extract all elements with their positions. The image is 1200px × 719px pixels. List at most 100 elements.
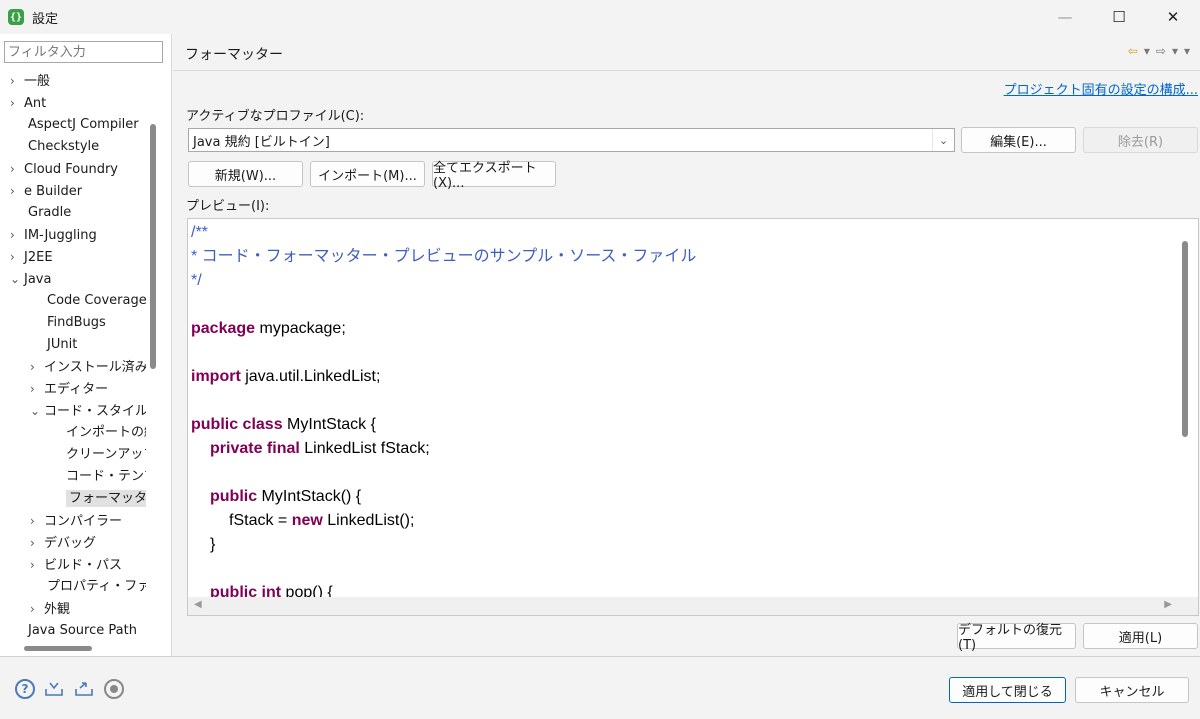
tree-item[interactable]: › Cloud Foundry (10, 158, 118, 180)
tree-item-label: Gradle (28, 205, 72, 220)
tree-item[interactable]: インポートの編 (52, 422, 146, 444)
code-keyword: public class (191, 416, 283, 433)
tree-item[interactable]: › デバッグ (30, 532, 96, 554)
apply-button[interactable]: 適用(L) (1083, 623, 1198, 649)
code-line: import java.util.LinkedList; (191, 365, 380, 389)
preview-label: プレビュー(I): (186, 199, 270, 214)
tree-item[interactable]: AspectJ Compiler (14, 114, 139, 136)
scroll-left-icon[interactable]: ◀ (194, 599, 202, 610)
tree-item[interactable]: プロパティ・ファイル (33, 576, 146, 598)
window-title: 設定 (32, 11, 59, 27)
tree-item[interactable]: › IM-Juggling (10, 224, 97, 246)
cancel-button[interactable]: キャンセル (1075, 677, 1189, 703)
tree-item-label: Java Source Path (28, 623, 137, 638)
chevron-right-icon[interactable]: › (30, 532, 44, 554)
tree-item[interactable]: › エディター (30, 378, 108, 400)
back-arrow-icon[interactable]: ⇦ (1128, 44, 1138, 58)
tree-item[interactable]: Code Coverage (33, 290, 146, 312)
tree-item[interactable]: Gradle (14, 202, 71, 224)
tree-item-label: プロパティ・ファイル (47, 579, 146, 594)
tree-item-label: Java (24, 272, 52, 287)
formatter-page: フォーマッター ⇦ ▾ ⇨ ▾ ▾ プロジェクト固有の設定の構成... アクティ… (173, 34, 1200, 656)
view-menu-icon[interactable]: ▾ (1184, 44, 1190, 58)
project-settings-link[interactable]: プロジェクト固有の設定の構成... (1004, 79, 1198, 98)
tree-item[interactable]: › 一般 (10, 70, 50, 92)
tree-item[interactable]: コード・テンプレ (52, 466, 146, 488)
code-text: MyIntStack() { (257, 488, 362, 505)
export-all-button[interactable]: 全てエクスポート(X)... (432, 161, 556, 191)
close-button[interactable]: ✕ (1146, 0, 1200, 34)
chevron-down-icon[interactable]: ⌄ (932, 129, 954, 151)
tree-item-label: エディター (44, 382, 109, 397)
tree-item-label: AspectJ Compiler (28, 117, 139, 132)
code-line: } (210, 533, 215, 557)
help-icon[interactable]: ? (15, 679, 35, 699)
tree-item[interactable]: ⌄ Java (10, 268, 51, 290)
tree-item[interactable]: FindBugs (33, 312, 106, 334)
preview-horizontal-scrollbar[interactable]: ◀ ▶ (188, 597, 1198, 615)
apply-and-close-button[interactable]: 適用して閉じる (949, 677, 1066, 703)
tree-item[interactable]: Checkstyle (14, 136, 99, 158)
tree-item[interactable]: クリーンアップ (52, 444, 146, 466)
filter-input[interactable] (4, 41, 163, 63)
tree-item[interactable]: › コンパイラー (30, 510, 122, 532)
chevron-right-icon[interactable]: › (10, 92, 24, 114)
tree-item-label: コード・テンプレ (66, 469, 146, 484)
tree-item[interactable]: › ビルド・パス (30, 554, 122, 576)
scroll-right-icon[interactable]: ▶ (1164, 599, 1172, 610)
tree-item-label: Cloud Foundry (24, 162, 119, 177)
tree-item[interactable]: › Ant (10, 92, 46, 114)
tree-item-label: クリーンアップ (66, 447, 146, 462)
chevron-right-icon[interactable]: › (10, 224, 24, 246)
tree-item-label: FindBugs (47, 315, 106, 330)
code-keyword: import (191, 368, 241, 385)
chevron-down-icon[interactable]: ⌄ (30, 400, 44, 422)
tree-item[interactable]: Java Source Path (14, 620, 137, 640)
back-dropdown-icon[interactable]: ▾ (1144, 44, 1150, 58)
chevron-down-icon[interactable]: ⌄ (10, 268, 24, 290)
chevron-right-icon[interactable]: › (30, 598, 44, 620)
window-controls: — ☐ ✕ (1038, 0, 1200, 34)
tree-item-label: インストール済みの (44, 360, 146, 375)
forward-arrow-icon[interactable]: ⇨ (1156, 44, 1166, 58)
chevron-right-icon[interactable]: › (30, 510, 44, 532)
maximize-button[interactable]: ☐ (1092, 0, 1146, 34)
chevron-right-icon[interactable]: › (10, 180, 24, 202)
minimize-button[interactable]: — (1038, 0, 1092, 34)
code-text: fStack = (229, 512, 292, 529)
tree-item[interactable]: › J2EE (10, 246, 53, 268)
tree-item-label: JUnit (47, 337, 78, 352)
chevron-right-icon[interactable]: › (30, 554, 44, 576)
edit-button[interactable]: 編集(E)... (961, 127, 1076, 153)
chevron-right-icon[interactable]: › (10, 70, 24, 92)
new-button[interactable]: 新規(W)... (188, 161, 303, 187)
forward-dropdown-icon[interactable]: ▾ (1172, 44, 1178, 58)
tree-item-label: コード・スタイル (44, 404, 146, 419)
export-preferences-icon[interactable] (74, 679, 94, 699)
tree-item[interactable]: ⌄ コード・スタイル (30, 400, 146, 422)
tree-item[interactable]: ›インストール済みの (30, 356, 146, 378)
import-button[interactable]: インポート(M)... (310, 161, 425, 187)
remove-button[interactable]: 除去(R) (1083, 127, 1198, 153)
record-icon[interactable] (104, 679, 124, 699)
code-keyword: package (191, 320, 256, 337)
tree-item[interactable]: › e Builder (10, 180, 82, 202)
chevron-right-icon[interactable]: › (30, 356, 44, 378)
code-line: package mypackage; (191, 317, 346, 341)
tree-horizontal-scrollbar[interactable] (24, 646, 92, 651)
import-preferences-icon[interactable] (44, 679, 64, 699)
active-profile-select[interactable]: Java 規約 [ビルトイン] ⌄ (188, 128, 955, 152)
tree-item-label: e Builder (24, 184, 83, 199)
code-line: fStack = new LinkedList(); (229, 509, 414, 533)
code-text: mypackage; (255, 320, 346, 337)
tree-item[interactable]: フォーマッター (52, 488, 146, 510)
preview-vertical-scrollbar[interactable] (1182, 241, 1188, 437)
chevron-right-icon[interactable]: › (30, 378, 44, 400)
tree-vertical-scrollbar[interactable] (150, 124, 156, 369)
chevron-right-icon[interactable]: › (10, 158, 24, 180)
chevron-right-icon[interactable]: › (10, 246, 24, 268)
tree-item[interactable]: › 外観 (30, 598, 70, 620)
restore-defaults-button[interactable]: デフォルトの復元(T) (957, 623, 1076, 653)
tree-item-label: Checkstyle (28, 139, 100, 154)
tree-item[interactable]: JUnit (33, 334, 77, 356)
